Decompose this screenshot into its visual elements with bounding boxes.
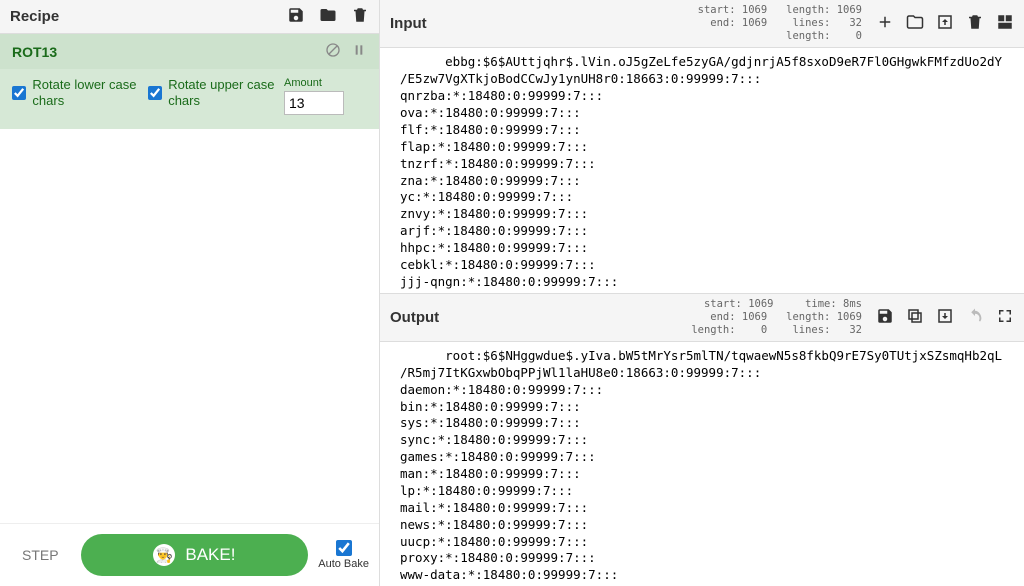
- operation-rot13: ROT13 Rotate lower case chars Rotate upp…: [0, 34, 379, 129]
- clear-recipe-icon[interactable]: [351, 6, 369, 27]
- input-text[interactable]: ebbg:$6$AUttjqhr$.lVin.oJ5gZeLfe5zyGA/gd…: [380, 48, 1024, 292]
- copy-output-icon[interactable]: [906, 307, 924, 328]
- load-recipe-icon[interactable]: [319, 6, 337, 27]
- undo-icon[interactable]: [966, 307, 984, 328]
- input-title: Input: [390, 15, 427, 32]
- recipe-title: Recipe: [10, 8, 59, 25]
- auto-bake-checkbox[interactable]: [336, 540, 352, 556]
- clear-input-icon[interactable]: [966, 13, 984, 34]
- recipe-body[interactable]: ROT13 Rotate lower case chars Rotate upp…: [0, 34, 379, 523]
- disable-op-icon[interactable]: [325, 42, 341, 61]
- open-file-icon[interactable]: [936, 13, 954, 34]
- output-stats: start: 1069 time: 8ms end: 1069 length: …: [691, 298, 862, 337]
- recipe-header: Recipe: [0, 0, 379, 34]
- rotate-lower-checkbox[interactable]: [12, 84, 26, 102]
- bake-button[interactable]: 👨‍🍳 BAKE!: [81, 534, 309, 576]
- output-header: Output start: 1069 time: 8ms end: 1069 l…: [380, 294, 1024, 342]
- add-input-icon[interactable]: [876, 13, 894, 34]
- maximize-output-icon[interactable]: [996, 307, 1014, 328]
- output-text: root:$6$NHggwdue$.yIva.bW5tMrYsr5mlTN/tq…: [380, 342, 1024, 586]
- rotate-upper-label: Rotate upper case chars: [168, 77, 280, 108]
- auto-bake-label: Auto Bake: [318, 558, 369, 570]
- operation-name: ROT13: [12, 44, 57, 60]
- bake-label: BAKE!: [185, 545, 235, 565]
- reset-layout-icon[interactable]: [996, 13, 1014, 34]
- output-title: Output: [390, 309, 439, 326]
- pause-op-icon[interactable]: [351, 42, 367, 61]
- input-stats: start: 1069 length: 1069 end: 1069 lines…: [698, 4, 862, 43]
- amount-label: Amount: [284, 77, 344, 89]
- open-folder-icon[interactable]: [906, 13, 924, 34]
- rotate-upper-checkbox[interactable]: [148, 84, 162, 102]
- input-header: Input start: 1069 length: 1069 end: 1069…: [380, 0, 1024, 48]
- rotate-lower-label: Rotate lower case chars: [32, 77, 144, 108]
- move-output-icon[interactable]: [936, 307, 954, 328]
- save-output-icon[interactable]: [876, 307, 894, 328]
- amount-input[interactable]: [284, 91, 344, 115]
- save-recipe-icon[interactable]: [287, 6, 305, 27]
- step-button[interactable]: STEP: [10, 539, 71, 571]
- chef-icon: 👨‍🍳: [153, 544, 175, 566]
